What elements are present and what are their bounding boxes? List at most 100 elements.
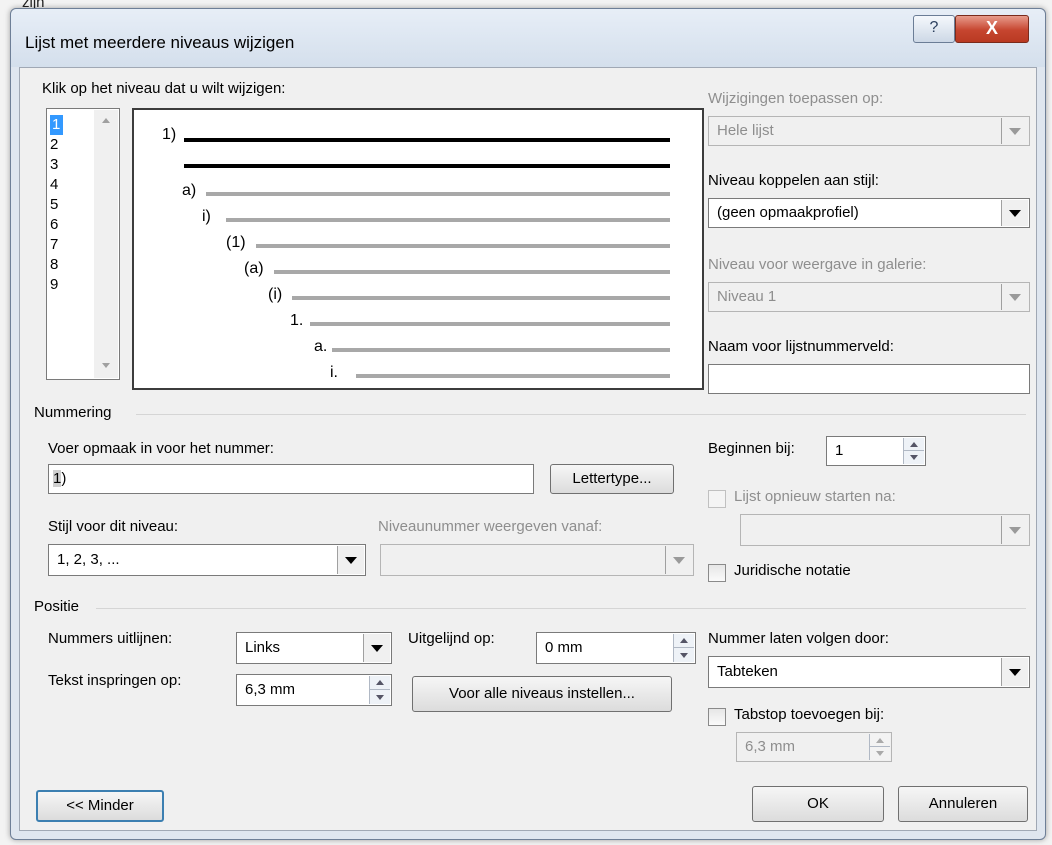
follow-label: Nummer laten volgen door: (708, 630, 889, 647)
apply-to-label: Wijzigingen toepassen op: (708, 90, 884, 107)
preview-line (184, 164, 670, 168)
preview-number: 1) (162, 126, 177, 143)
level-item-6[interactable]: 6 (50, 215, 58, 235)
level-item-9[interactable]: 9 (50, 275, 58, 295)
preview-number: (i) (268, 286, 283, 303)
link-style-label: Niveau koppelen aan stijl: (708, 172, 879, 189)
tabstop-spinner: 6,3 mm (736, 732, 892, 762)
chevron-down-icon[interactable] (363, 634, 390, 662)
tabstop-checkbox[interactable] (708, 708, 726, 726)
divider (96, 608, 1026, 609)
follow-select[interactable]: Tabteken (708, 656, 1030, 688)
field-name-input[interactable] (708, 364, 1030, 394)
preview-number: 1. (290, 312, 304, 329)
preview-number: i. (330, 364, 338, 381)
scroll-down-icon[interactable] (102, 363, 110, 368)
indent-label: Tekst inspringen op: (48, 672, 182, 689)
preview-line (332, 348, 670, 352)
cancel-button[interactable]: Annuleren (898, 786, 1028, 822)
link-style-select[interactable]: (geen opmaakprofiel) (708, 198, 1030, 228)
start-at-value: 1 (835, 442, 844, 459)
aligned-at-label: Uitgelijnd op: (408, 630, 495, 647)
position-section-label: Positie (34, 598, 80, 615)
level-select-label: Klik op het niveau dat u wilt wijzigen: (42, 80, 286, 97)
preview-line (226, 218, 670, 222)
align-select[interactable]: Links (236, 632, 392, 664)
restart-select (740, 514, 1030, 546)
chevron-down-icon[interactable] (337, 546, 364, 574)
align-label: Nummers uitlijnen: (48, 630, 173, 647)
preview-line (274, 270, 670, 274)
follow-value: Tabteken (717, 663, 778, 680)
tabstop-value: 6,3 mm (745, 738, 796, 755)
help-icon: ? (929, 19, 939, 36)
dialog-window: Lijst met meerdere niveaus wijzigen ? X … (10, 8, 1046, 840)
preview-number: a. (314, 338, 328, 355)
chevron-down-icon (1001, 118, 1028, 144)
chevron-down-icon (1001, 516, 1028, 544)
legal-checkbox[interactable] (708, 564, 726, 582)
restart-checkbox (708, 490, 726, 508)
number-format-input[interactable]: 1) (48, 464, 534, 494)
level-item-5[interactable]: 5 (50, 195, 58, 215)
number-style-value: 1, 2, 3, ... (57, 551, 120, 568)
level-item-2[interactable]: 2 (50, 135, 58, 155)
help-button[interactable]: ? (913, 15, 955, 43)
preview-number: a) (182, 182, 197, 199)
format-label: Voer opmaak in voor het nummer: (48, 440, 274, 457)
indent-spinner[interactable]: 6,3 mm (236, 674, 392, 706)
gallery-level-value: Niveau 1 (717, 288, 777, 305)
spinner-arrows[interactable] (369, 676, 390, 704)
style-label: Stijl voor dit niveau: (48, 518, 179, 535)
close-button[interactable]: X (955, 15, 1029, 43)
gallery-level-select: Niveau 1 (708, 282, 1030, 312)
number-style-select[interactable]: 1, 2, 3, ... (48, 544, 366, 576)
level-item-7[interactable]: 7 (50, 235, 58, 255)
gallery-level-label: Niveau voor weergave in galerie: (708, 256, 927, 273)
field-name-label: Naam voor lijstnummerveld: (708, 338, 894, 355)
dialog-title: Lijst met meerdere niveaus wijzigen (25, 33, 295, 52)
divider (136, 414, 1026, 415)
aligned-at-value: 0 mm (545, 639, 583, 656)
set-all-levels-button[interactable]: Voor alle niveaus instellen... (412, 676, 672, 712)
number-format-value: 1) (53, 470, 67, 487)
less-button[interactable]: << Minder (36, 790, 164, 822)
align-value: Links (245, 639, 281, 656)
preview-line (256, 244, 670, 248)
level-scrollbar[interactable] (94, 110, 118, 378)
font-button[interactable]: Lettertype... (550, 464, 674, 494)
link-style-value: (geen opmaakprofiel) (717, 204, 859, 221)
start-at-spinner[interactable]: 1 (826, 436, 926, 466)
level-item-4[interactable]: 4 (50, 175, 58, 195)
numbering-section-label: Nummering (34, 404, 112, 421)
spinner-arrows[interactable] (673, 634, 694, 662)
close-icon: X (985, 18, 998, 38)
include-level-select (380, 544, 694, 576)
preview-line (310, 322, 670, 326)
chevron-down-icon (1001, 284, 1028, 310)
tabstop-label: Tabstop toevoegen bij: (734, 706, 885, 723)
scroll-up-icon[interactable] (102, 118, 110, 123)
ok-button[interactable]: OK (752, 786, 884, 822)
preview-number: (a) (244, 260, 264, 277)
level-item-3[interactable]: 3 (50, 155, 58, 175)
title-bar: Lijst met meerdere niveaus wijzigen ? X (11, 9, 1045, 67)
spinner-arrows[interactable] (903, 438, 924, 464)
aligned-at-spinner[interactable]: 0 mm (536, 632, 696, 664)
chevron-down-icon[interactable] (1001, 658, 1028, 686)
start-at-label: Beginnen bij: (708, 440, 795, 457)
apply-to-value: Hele lijst (717, 122, 774, 139)
preview-number: (1) (226, 234, 246, 251)
preview-line (356, 374, 670, 378)
dialog-body: Klik op het niveau dat u wilt wijzigen: … (19, 67, 1037, 831)
preview-line (206, 192, 670, 196)
list-preview: 1) a) i) (1) (a) (i) 1. a. i. (132, 108, 704, 390)
level-item-8[interactable]: 8 (50, 255, 58, 275)
spinner-arrows (869, 734, 890, 760)
apply-to-select: Hele lijst (708, 116, 1030, 146)
level-listbox[interactable]: 1 2 3 4 5 6 7 8 9 (46, 108, 120, 380)
preview-line (292, 296, 670, 300)
chevron-down-icon[interactable] (1001, 200, 1028, 226)
legal-label: Juridische notatie (734, 562, 851, 579)
level-item-1[interactable]: 1 (50, 115, 64, 135)
